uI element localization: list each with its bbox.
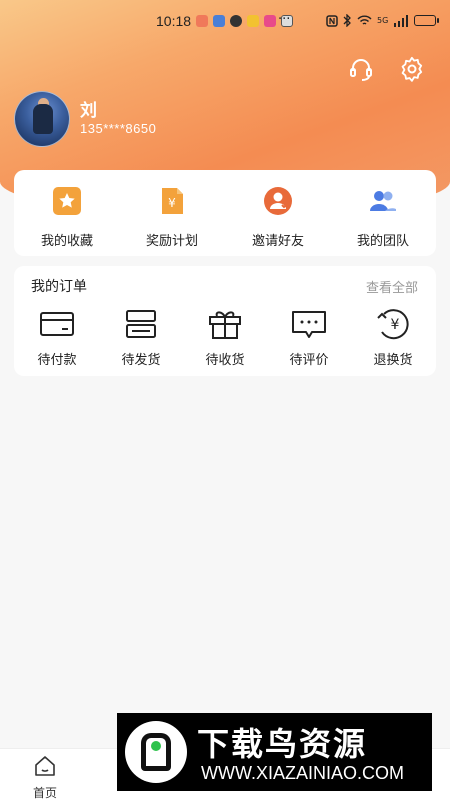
order-status-label: 待付款 bbox=[37, 353, 77, 368]
home-icon bbox=[35, 756, 55, 776]
bluetooth-icon bbox=[343, 14, 351, 27]
wallet-icon bbox=[40, 312, 74, 336]
tab-label: 首页 bbox=[32, 786, 57, 800]
watermark-logo bbox=[125, 721, 187, 783]
order-status-label: 待收货 bbox=[205, 353, 245, 368]
team-icon bbox=[370, 191, 396, 211]
wifi-icon bbox=[357, 15, 372, 25]
notification-icon bbox=[247, 15, 259, 27]
yen-document-icon: ¥ bbox=[162, 188, 183, 214]
tab-home[interactable]: 首页 bbox=[0, 755, 90, 800]
watermark-url: WWW.XIAZAINIAO.COM bbox=[201, 763, 404, 783]
invite-user-icon bbox=[264, 187, 292, 215]
notification-icon bbox=[196, 15, 208, 27]
logo-dot bbox=[151, 741, 161, 751]
battery-icon bbox=[414, 15, 440, 26]
order-status-label: 待发货 bbox=[121, 353, 161, 368]
orders-title: 我的订单 bbox=[31, 279, 87, 295]
quick-action-favorites[interactable]: 我的收藏 bbox=[17, 186, 117, 249]
more-notifications: ··· bbox=[278, 12, 291, 27]
quick-action-rewards[interactable]: ¥ 奖励计划 bbox=[122, 186, 222, 249]
gift-icon bbox=[209, 311, 241, 339]
yen-refund-icon: ¥ bbox=[377, 309, 409, 340]
avatar-figure bbox=[33, 104, 53, 134]
order-status-pending-receipt[interactable]: 待收货 bbox=[185, 308, 265, 368]
order-status-label: 退换货 bbox=[373, 353, 413, 368]
quick-action-label: 邀请好友 bbox=[251, 234, 304, 249]
quick-action-invite[interactable]: 邀请好友 bbox=[228, 186, 328, 249]
notification-icon bbox=[213, 15, 225, 27]
quick-action-label: 我的团队 bbox=[356, 234, 409, 249]
svg-text:¥: ¥ bbox=[168, 196, 176, 210]
order-status-label: 待评价 bbox=[289, 353, 329, 368]
quick-action-label: 我的收藏 bbox=[40, 234, 93, 249]
signal-label: 5G bbox=[377, 16, 389, 25]
star-icon bbox=[53, 187, 81, 215]
signal-icon bbox=[394, 14, 409, 27]
status-bar: 10:18 ··· 5G bbox=[0, 10, 450, 32]
order-status-pending-review[interactable]: 待评价 bbox=[269, 308, 349, 368]
user-name[interactable]: 刘 bbox=[80, 96, 97, 121]
watermark-title: 下载鸟资源 bbox=[197, 725, 368, 763]
quick-action-label: 奖励计划 bbox=[145, 234, 198, 249]
notification-icon bbox=[264, 15, 276, 27]
order-status-pending-payment[interactable]: 待付款 bbox=[17, 308, 97, 368]
order-status-pending-shipment[interactable]: 待发货 bbox=[101, 308, 181, 368]
user-phone: 135****8650 bbox=[80, 121, 157, 136]
quick-actions-card: 我的收藏 ¥ 奖励计划 邀请好友 我的团队 bbox=[14, 170, 436, 256]
status-time: 10:18 bbox=[156, 13, 192, 29]
comment-icon bbox=[292, 311, 326, 338]
view-all-orders-link[interactable]: 查看全部 bbox=[366, 277, 418, 296]
avatar[interactable] bbox=[14, 91, 70, 147]
gear-icon[interactable] bbox=[399, 56, 425, 82]
watermark-banner: 下载鸟资源 WWW.XIAZAINIAO.COM bbox=[117, 713, 432, 791]
box-icon bbox=[126, 310, 156, 338]
wechat-icon bbox=[230, 15, 242, 27]
order-status-refund[interactable]: ¥ 退换货 bbox=[353, 308, 433, 368]
quick-action-team[interactable]: 我的团队 bbox=[333, 186, 433, 249]
bird-icon bbox=[141, 733, 171, 771]
svg-text:¥: ¥ bbox=[391, 317, 400, 333]
orders-card: 我的订单 查看全部 待付款 待发货 待收货 待评价 ¥ 退换货 bbox=[14, 266, 436, 376]
headset-icon[interactable] bbox=[348, 56, 374, 82]
system-status-icons: 5G bbox=[326, 14, 440, 27]
nfc-icon bbox=[326, 14, 338, 27]
